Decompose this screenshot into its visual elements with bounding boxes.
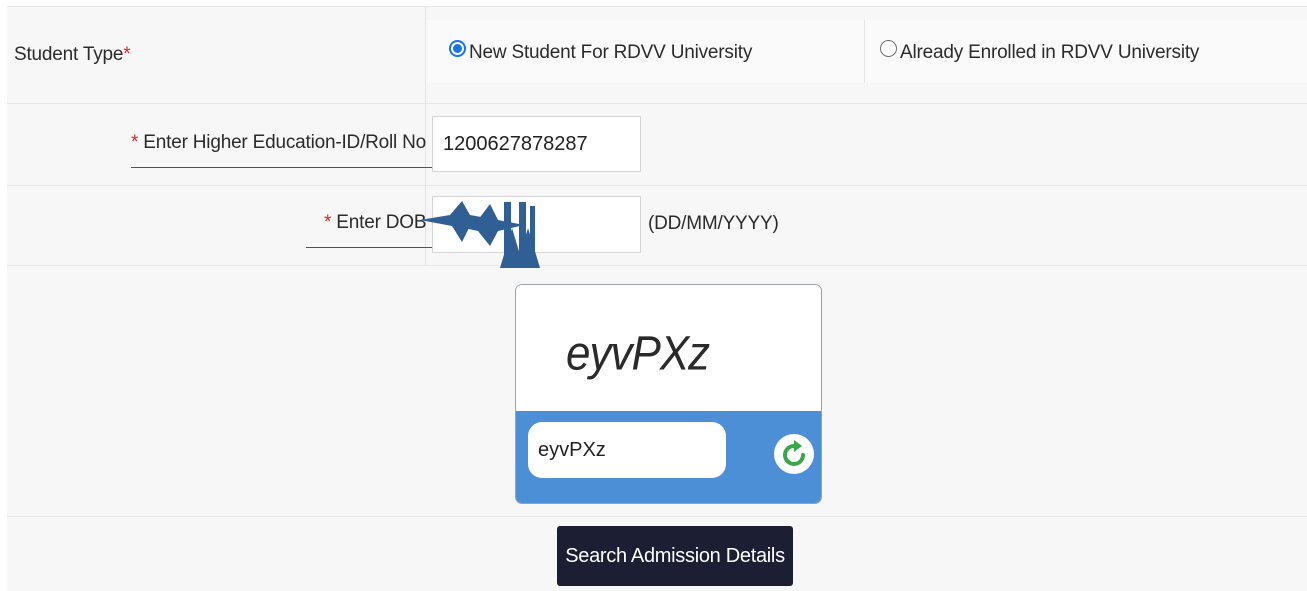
new-student-radio[interactable] bbox=[449, 40, 466, 57]
row-divider bbox=[7, 103, 1307, 104]
redaction-stars-icon bbox=[420, 201, 540, 268]
dob-label-underline bbox=[306, 247, 436, 248]
student-type-label: Student Type* bbox=[14, 44, 131, 65]
enrolled-student-option-label[interactable]: Already Enrolled in RDVV University bbox=[900, 42, 1199, 64]
dob-label: * Enter DOB bbox=[324, 212, 427, 233]
dob-format-hint: (DD/MM/YYYY) bbox=[648, 213, 779, 234]
row-divider bbox=[7, 516, 1307, 517]
captcha-image-text: eyvPXz bbox=[566, 326, 710, 381]
refresh-captcha-button[interactable] bbox=[774, 434, 814, 474]
roll-label-underline bbox=[131, 167, 436, 168]
enrolled-student-radio[interactable] bbox=[880, 40, 897, 57]
captcha-input[interactable]: eyvPXz bbox=[528, 422, 726, 478]
captcha-widget: eyvPXz eyvPXz bbox=[515, 284, 822, 504]
refresh-icon bbox=[783, 440, 805, 466]
new-student-option-label[interactable]: New Student For RDVV University bbox=[469, 42, 752, 64]
row-divider bbox=[7, 6, 1307, 7]
captcha-input-band: eyvPXz bbox=[516, 411, 821, 503]
row-divider bbox=[7, 185, 1307, 186]
search-admission-details-button[interactable]: Search Admission Details bbox=[557, 526, 793, 586]
row-divider bbox=[7, 265, 1307, 266]
captcha-image: eyvPXz bbox=[516, 285, 821, 411]
roll-number-label: * Enter Higher Education-ID/Roll No bbox=[131, 132, 427, 153]
roll-number-input[interactable]: 1200627878287 bbox=[432, 116, 641, 172]
